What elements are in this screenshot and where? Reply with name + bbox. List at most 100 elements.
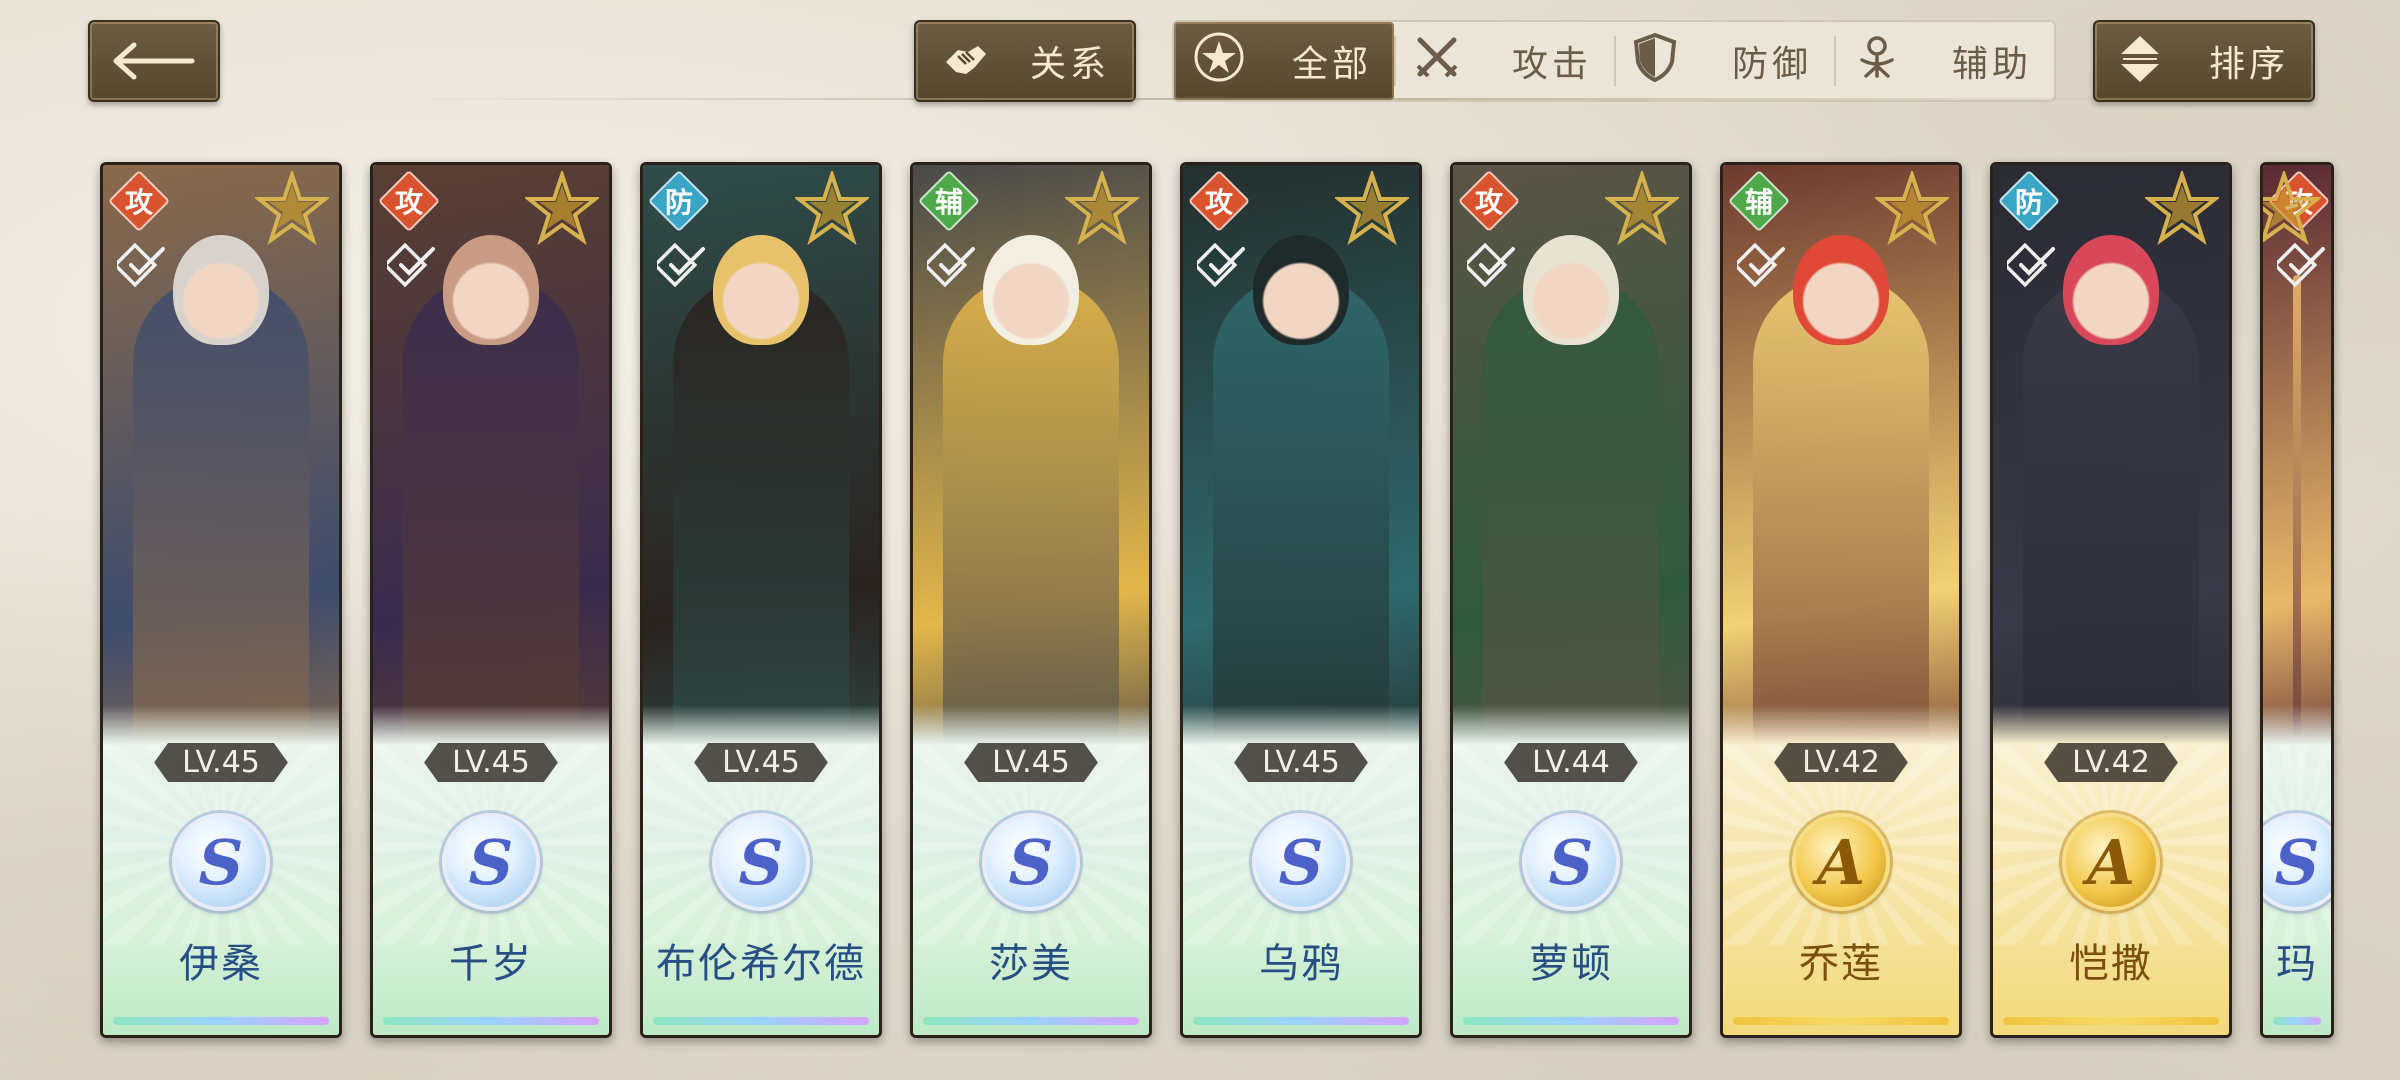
role-badge: 辅 — [917, 169, 981, 233]
crossed-swords-icon — [1412, 32, 1462, 91]
support-icon — [1852, 32, 1902, 91]
sort-button[interactable]: 排序 — [2093, 20, 2315, 102]
filter-defense-tab[interactable]: 防御 — [1614, 22, 1834, 100]
character-card[interactable]: 攻 S 玛 — [2260, 162, 2334, 1038]
star-icon — [1333, 168, 1411, 249]
rank-badge-icon: S — [172, 813, 270, 911]
rarity-bar — [1193, 1017, 1409, 1025]
handshake-icon — [938, 32, 992, 90]
filter-attack-label: 攻击 — [1511, 44, 1592, 85]
star-icon — [793, 168, 871, 249]
check-diamond-icon — [652, 242, 709, 293]
level-label: LV.42 — [2044, 743, 2178, 782]
rarity-bar — [2003, 1017, 2219, 1025]
relation-label: 关系 — [1029, 44, 1110, 85]
level-label: LV.45 — [1234, 743, 1368, 782]
star-icon — [1063, 168, 1141, 249]
check-diamond-icon — [2272, 242, 2329, 293]
filter-all-label: 全部 — [1291, 44, 1372, 85]
character-card[interactable]: 攻 LV.45 S 伊桑 — [100, 162, 342, 1038]
star-icon — [2263, 168, 2323, 249]
role-badge: 攻 — [1457, 169, 1521, 233]
character-head — [713, 235, 809, 345]
role-badge-label: 攻 — [1204, 186, 1233, 219]
level-label: LV.45 — [694, 743, 828, 782]
rank-badge-icon: S — [1522, 813, 1620, 911]
divider — [370, 98, 2230, 100]
filter-support-label: 辅助 — [1951, 44, 2032, 85]
character-head — [173, 235, 269, 345]
rarity-bar — [923, 1017, 1139, 1025]
character-card[interactable]: 攻 LV.44 S 萝顿 — [1450, 162, 1692, 1038]
level-label: LV.45 — [964, 743, 1098, 782]
role-badge: 辅 — [1727, 169, 1791, 233]
role-badge-label: 防 — [664, 186, 693, 219]
rank-badge-icon: S — [1252, 813, 1350, 911]
rarity-bar — [1463, 1017, 1679, 1025]
relation-button[interactable]: 关系 — [914, 20, 1136, 102]
role-badge-label: 防 — [2014, 186, 2043, 219]
back-button[interactable] — [88, 20, 220, 102]
character-name: 玛 — [2276, 941, 2318, 987]
check-diamond-icon — [1462, 242, 1519, 293]
level-label: LV.45 — [154, 743, 288, 782]
rarity-bar — [113, 1017, 329, 1025]
filter-support-tab[interactable]: 辅助 — [1834, 22, 2054, 100]
rarity-bar — [2273, 1017, 2321, 1025]
level-label: LV.45 — [424, 743, 558, 782]
character-card[interactable]: 攻 LV.45 S 乌鸦 — [1180, 162, 1422, 1038]
character-name: 乔莲 — [1799, 941, 1883, 987]
filter-attack-tab[interactable]: 攻击 — [1394, 22, 1614, 100]
character-card[interactable]: 防 LV.45 S 布伦希尔德 — [640, 162, 882, 1038]
sort-label: 排序 — [2208, 44, 2289, 85]
role-badge: 攻 — [1187, 169, 1251, 233]
role-badge-label: 辅 — [1744, 186, 1773, 219]
filter-defense-label: 防御 — [1731, 44, 1812, 85]
character-name: 萝顿 — [1529, 941, 1613, 987]
character-head — [443, 235, 539, 345]
character-name: 千岁 — [449, 941, 533, 987]
rank-badge-icon: S — [982, 813, 1080, 911]
filter-all-tab[interactable]: 全部 — [1174, 22, 1394, 100]
character-head — [1523, 235, 1619, 345]
character-name: 莎美 — [989, 941, 1073, 987]
role-filter-tabs: 全部 攻击 防御 辅助 — [1172, 20, 2056, 102]
character-name: 恺撒 — [2069, 941, 2153, 987]
rarity-bar — [653, 1017, 869, 1025]
rank-badge-icon: A — [2062, 813, 2160, 911]
shield-icon — [1632, 32, 1678, 91]
star-icon — [523, 168, 601, 249]
star-icon — [253, 168, 331, 249]
role-badge: 防 — [647, 169, 711, 233]
rank-badge-icon: S — [712, 813, 810, 911]
check-diamond-icon — [112, 242, 169, 293]
role-badge-label: 辅 — [934, 186, 963, 219]
star-circle-icon — [1192, 30, 1246, 93]
rank-badge-icon: A — [1792, 813, 1890, 911]
role-badge-label: 攻 — [1474, 186, 1503, 219]
character-head — [2333, 235, 2334, 345]
rank-badge-icon: S — [2263, 813, 2331, 911]
character-name: 布伦希尔德 — [656, 941, 866, 987]
role-badge: 防 — [1997, 169, 2061, 233]
rarity-bar — [1733, 1017, 1949, 1025]
character-head — [1253, 235, 1349, 345]
character-card[interactable]: 防 LV.42 A 恺撒 — [1990, 162, 2232, 1038]
check-diamond-icon — [922, 242, 979, 293]
character-card[interactable]: 攻 LV.45 S 千岁 — [370, 162, 612, 1038]
role-badge-label: 攻 — [394, 186, 423, 219]
rarity-bar — [383, 1017, 599, 1025]
character-head — [983, 235, 1079, 345]
character-head — [1793, 235, 1889, 345]
character-card[interactable]: 辅 LV.42 A 乔莲 — [1720, 162, 1962, 1038]
check-diamond-icon — [2002, 242, 2059, 293]
character-card[interactable]: 辅 LV.45 S 莎美 — [910, 162, 1152, 1038]
check-diamond-icon — [382, 242, 439, 293]
rank-badge-icon: S — [442, 813, 540, 911]
check-diamond-icon — [1192, 242, 1249, 293]
role-badge-label: 攻 — [124, 186, 153, 219]
character-name: 伊桑 — [179, 941, 263, 987]
role-badge: 攻 — [377, 169, 441, 233]
level-label: LV.44 — [1504, 743, 1638, 782]
sort-arrows-icon — [2117, 32, 2163, 90]
